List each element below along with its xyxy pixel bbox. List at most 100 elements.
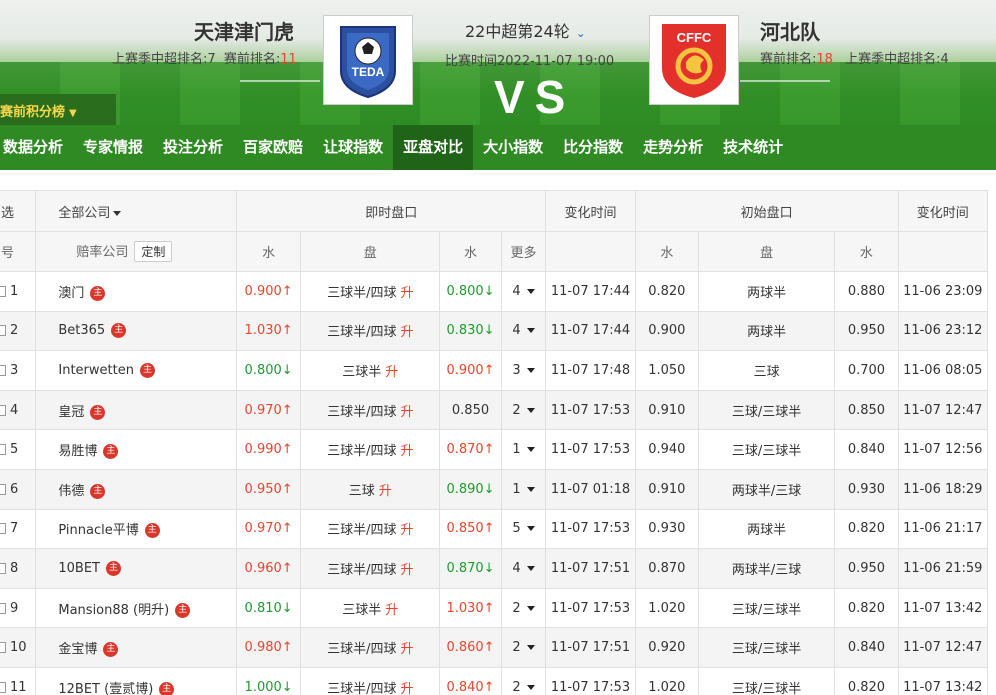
more-dropdown[interactable]: 5 [500,508,547,550]
row-checkbox[interactable] [0,681,6,693]
company-cell[interactable]: 金宝博主 [35,627,238,668]
row-number[interactable]: 9 [0,587,37,629]
company-cell[interactable]: Pinnacle平博主 [35,508,238,550]
row-checkbox[interactable] [0,642,6,654]
row-checkbox[interactable] [0,404,6,416]
initial-water-away: 0.880 [834,271,899,312]
change-time: 11-07 17:48 [545,350,636,391]
row-checkbox[interactable] [0,364,6,376]
live-water-away: 0.860↑ [439,627,502,668]
row-number[interactable]: 4 [0,389,37,431]
away-team-logo[interactable]: CFFC [649,15,739,105]
row-number[interactable]: 1 [0,271,37,312]
row-number[interactable]: 6 [0,468,37,510]
nav-tab[interactable]: 专家情报 [73,125,153,170]
company-cell[interactable]: 皇冠主 [35,389,238,431]
standings-button[interactable]: 赛前积分榜 ▼ [0,94,116,125]
change-time: 11-07 17:53 [545,666,636,695]
initial-line: 三球/三球半 [697,429,836,470]
more-dropdown[interactable]: 4 [500,548,547,589]
nav-tab[interactable]: 比分指数 [553,125,633,170]
more-dropdown[interactable]: 1 [500,468,547,510]
company-cell[interactable]: Interwetten 主 [35,350,238,391]
live-line: 三球半/四球升 [300,429,441,470]
live-water-home: 0.990↑ [236,429,302,470]
nav-tab[interactable]: 让球指数 [313,125,393,170]
company-cell[interactable]: 伟德主 [35,468,238,510]
row-number[interactable]: 7 [0,508,37,550]
row-checkbox[interactable] [0,325,6,337]
table-row[interactable]: 6 伟德主 0.950↑ 三球升 0.890↓ 1 11-07 01:18 0.910 两球半/… [0,468,989,510]
table-row[interactable]: 7 Pinnacle平博主 0.970↑ 三球半/四球升 0.850↑ 5 11-07 17… [0,508,989,550]
vs-label: VS [494,71,576,123]
initial-line: 三球 [697,350,836,391]
empty-header [897,231,989,272]
company-cell[interactable]: 12BET (壹贰博) 主 [35,666,238,695]
company-filter[interactable]: 全部公司 [35,190,238,232]
arrow-up-icon: ↑ [281,521,293,537]
arrow-up-icon: ↑ [281,560,293,576]
change-time: 11-07 17:53 [545,429,636,470]
caret-down-icon [526,684,535,690]
company-cell[interactable]: 澳门主 [35,271,238,312]
table-row[interactable]: 3 Interwetten 主 0.800↓ 三球半升 0.900↑ 3 11-07 17:4… [0,350,989,391]
more-dropdown[interactable]: 2 [500,587,547,629]
table-row[interactable]: 4 皇冠主 0.970↑ 三球半/四球升 0.850 2 11-07 17:53 0.910 三… [0,389,989,431]
company-cell[interactable]: Mansion88 (明升) 主 [35,587,238,629]
row-number[interactable]: 2 [0,310,37,352]
nav-tab[interactable]: 百家欧赔 [233,125,313,170]
live-line: 三球半/四球升 [300,508,441,550]
table-row[interactable]: 1 澳门主 0.900↑ 三球半/四球升 0.800↓ 4 11-07 17:44 0.820… [0,271,989,312]
row-checkbox[interactable] [0,562,6,574]
live-line: 三球半/四球升 [300,548,441,589]
table-row[interactable]: 2 Bet365 主 1.030↑ 三球半/四球升 0.830↓ 4 11-07 17:44 0… [0,310,989,352]
row-checkbox[interactable] [0,285,6,297]
company-cell[interactable]: 易胜博主 [35,429,238,470]
nav-tab[interactable]: 技术统计 [713,125,793,170]
table-row[interactable]: 9 Mansion88 (明升) 主 0.810↓ 三球半升 1.030↑ 2 11-07 1… [0,587,989,629]
row-number[interactable]: 5 [0,429,37,470]
table-row[interactable]: 10 金宝博主 0.980↑ 三球半/四球升 0.860↑ 2 11-07 17:51 0.9… [0,627,989,668]
table-row[interactable]: 11 12BET (壹贰博) 主 1.000↓ 三球半/四球升 0.840↑ 2 11-07 … [0,666,989,695]
row-checkbox[interactable] [0,444,6,456]
more-dropdown[interactable]: 4 [500,310,547,352]
more-dropdown[interactable]: 2 [500,666,547,695]
row-number[interactable]: 8 [0,548,37,589]
nav-tab[interactable]: 亚盘对比 [393,125,474,170]
change-time-header: 变化时间 [545,190,636,232]
live-line: 三球半/四球升 [300,666,441,695]
table-row[interactable]: 5 易胜博主 0.990↑ 三球半/四球升 0.870↑ 1 11-07 17:53 0.94… [0,429,989,470]
company-cell[interactable]: 10BET 主 [35,548,238,589]
arrow-up-icon: ↑ [281,640,293,656]
customize-button[interactable]: 定制 [134,241,173,262]
water-header: 水 [236,231,302,272]
more-dropdown[interactable]: 3 [500,350,547,391]
arrow-down-icon: ↓ [281,679,293,695]
table-row[interactable]: 8 10BET 主 0.960↑ 三球半/四球升 0.870↓ 4 11-07 17:51 0.… [0,548,989,589]
home-team-logo[interactable]: TEDA [323,15,413,105]
initial-change-time: 11-06 23:09 [897,271,989,312]
row-number[interactable]: 11 [0,666,37,695]
live-odds-header: 即时盘口 [236,190,547,232]
more-dropdown[interactable]: 4 [500,271,547,312]
more-dropdown[interactable]: 2 [500,389,547,431]
home-team-name[interactable]: 天津津门虎 [194,16,294,45]
nav-tab[interactable]: 数据分析 [0,125,73,170]
row-number[interactable]: 3 [0,350,37,391]
more-dropdown[interactable]: 1 [500,429,547,470]
row-checkbox[interactable] [0,523,6,535]
row-checkbox[interactable] [0,483,6,495]
company-cell[interactable]: Bet365 主 [35,310,238,352]
cffc-crest-icon: CFFC [662,24,726,98]
away-team-name[interactable]: 河北队 [760,16,820,45]
row-number[interactable]: 10 [0,627,37,668]
nav-tab[interactable]: 大小指数 [473,125,553,170]
nav-tab[interactable]: 走势分析 [633,125,713,170]
change-time: 11-07 17:53 [545,389,636,431]
nav-tab[interactable]: 投注分析 [153,125,233,170]
live-line: 三球半升 [300,587,441,629]
match-round-selector[interactable]: 22中超第24轮 ⌄ [465,18,586,42]
more-dropdown[interactable]: 2 [500,627,547,668]
row-checkbox[interactable] [0,602,6,614]
initial-water-away: 0.950 [834,548,899,589]
